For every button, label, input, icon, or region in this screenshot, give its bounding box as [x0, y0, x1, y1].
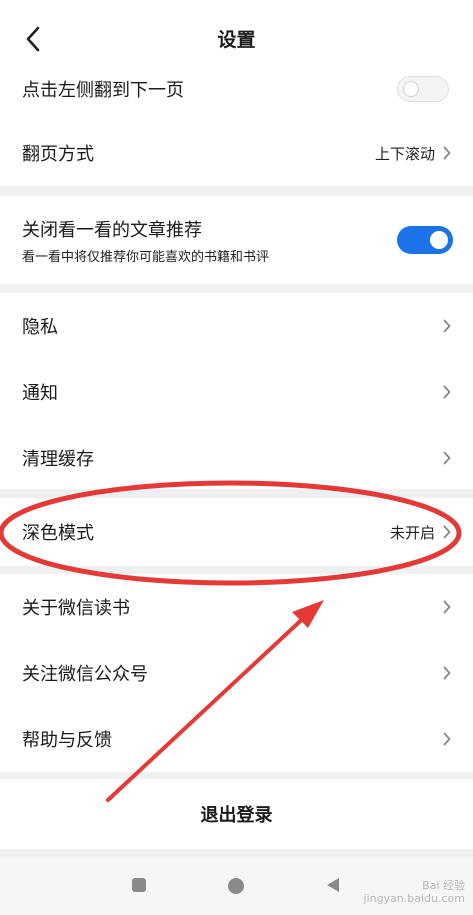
home-button[interactable] [226, 876, 246, 900]
chevron-right-icon [441, 450, 453, 466]
chevron-right-icon [441, 524, 453, 540]
row-label: 关注微信公众号 [22, 664, 148, 685]
back-nav-button[interactable] [324, 876, 342, 898]
chevron-right-icon [441, 665, 453, 681]
tap-left-next-page-row: 点击左侧翻到下一页 [0, 76, 473, 108]
dark-mode-group: 深色模式 未开启 [0, 498, 473, 566]
about-group: 关于微信读书 关注微信公众号 帮助与反馈 [0, 574, 473, 772]
row-sublabel: 看一看中将仅推荐你可能喜欢的书籍和书评 [22, 249, 270, 265]
about-wechat-read-row[interactable]: 关于微信读书 [0, 574, 473, 640]
row-value: 上下滚动 [374, 144, 435, 163]
watermark: Bai 经验 jingyan.baidu.com [363, 879, 465, 905]
disable-recommend-row: 关闭看一看的文章推荐 看一看中将仅推荐你可能喜欢的书籍和书评 [0, 196, 473, 284]
watermark-line2: jingyan.baidu.com [363, 892, 465, 905]
square-icon [132, 878, 146, 892]
help-feedback-row[interactable]: 帮助与反馈 [0, 706, 473, 772]
chevron-right-icon [441, 318, 453, 334]
dark-mode-row[interactable]: 深色模式 未开启 [0, 498, 473, 566]
logout-label: 退出登录 [200, 805, 273, 826]
watermark-line1: Bai 经验 [422, 879, 465, 892]
row-label: 翻页方式 [22, 144, 94, 165]
row-text: 关闭看一看的文章推荐 看一看中将仅推荐你可能喜欢的书籍和书评 [22, 216, 397, 265]
page-title: 设置 [217, 28, 256, 51]
back-button[interactable] [18, 22, 48, 56]
privacy-group: 隐私 通知 清理缓存 [0, 293, 473, 489]
toggle-knob [403, 81, 419, 97]
recent-apps-button[interactable] [130, 876, 148, 898]
page-turn-mode-row[interactable]: 翻页方式 上下滚动 [0, 120, 473, 186]
row-label: 清理缓存 [22, 449, 94, 470]
chevron-left-icon [26, 26, 40, 52]
follow-official-account-row[interactable]: 关注微信公众号 [0, 640, 473, 706]
privacy-row[interactable]: 隐私 [0, 293, 473, 359]
clear-cache-row[interactable]: 清理缓存 [0, 425, 473, 491]
recommendation-group: 关闭看一看的文章推荐 看一看中将仅推荐你可能喜欢的书籍和书评 [0, 196, 473, 284]
row-value: 未开启 [389, 523, 435, 542]
row-label: 关于微信读书 [22, 598, 130, 619]
chevron-right-icon [441, 599, 453, 615]
tap-left-toggle[interactable] [397, 76, 449, 102]
toggle-knob [430, 231, 448, 249]
recommend-toggle[interactable] [397, 226, 453, 254]
chevron-right-icon [441, 145, 453, 161]
row-label: 深色模式 [22, 523, 94, 544]
row-label: 点击左侧翻到下一页 [22, 80, 184, 101]
chevron-right-icon [441, 384, 453, 400]
row-label: 通知 [22, 383, 58, 404]
row-label: 隐私 [22, 317, 58, 338]
row-label: 帮助与反馈 [22, 730, 112, 751]
chevron-right-icon [441, 731, 453, 747]
logout-button[interactable]: 退出登录 [0, 779, 473, 849]
row-label: 关闭看一看的文章推荐 [22, 219, 202, 241]
system-nav-bar: Bai 经验 jingyan.baidu.com [0, 858, 473, 915]
triangle-back-icon [327, 878, 339, 892]
circle-icon [228, 878, 244, 894]
notification-row[interactable]: 通知 [0, 359, 473, 425]
top-bar: 设置 [0, 0, 473, 76]
reading-settings-group: 点击左侧翻到下一页 翻页方式 上下滚动 [0, 76, 473, 186]
